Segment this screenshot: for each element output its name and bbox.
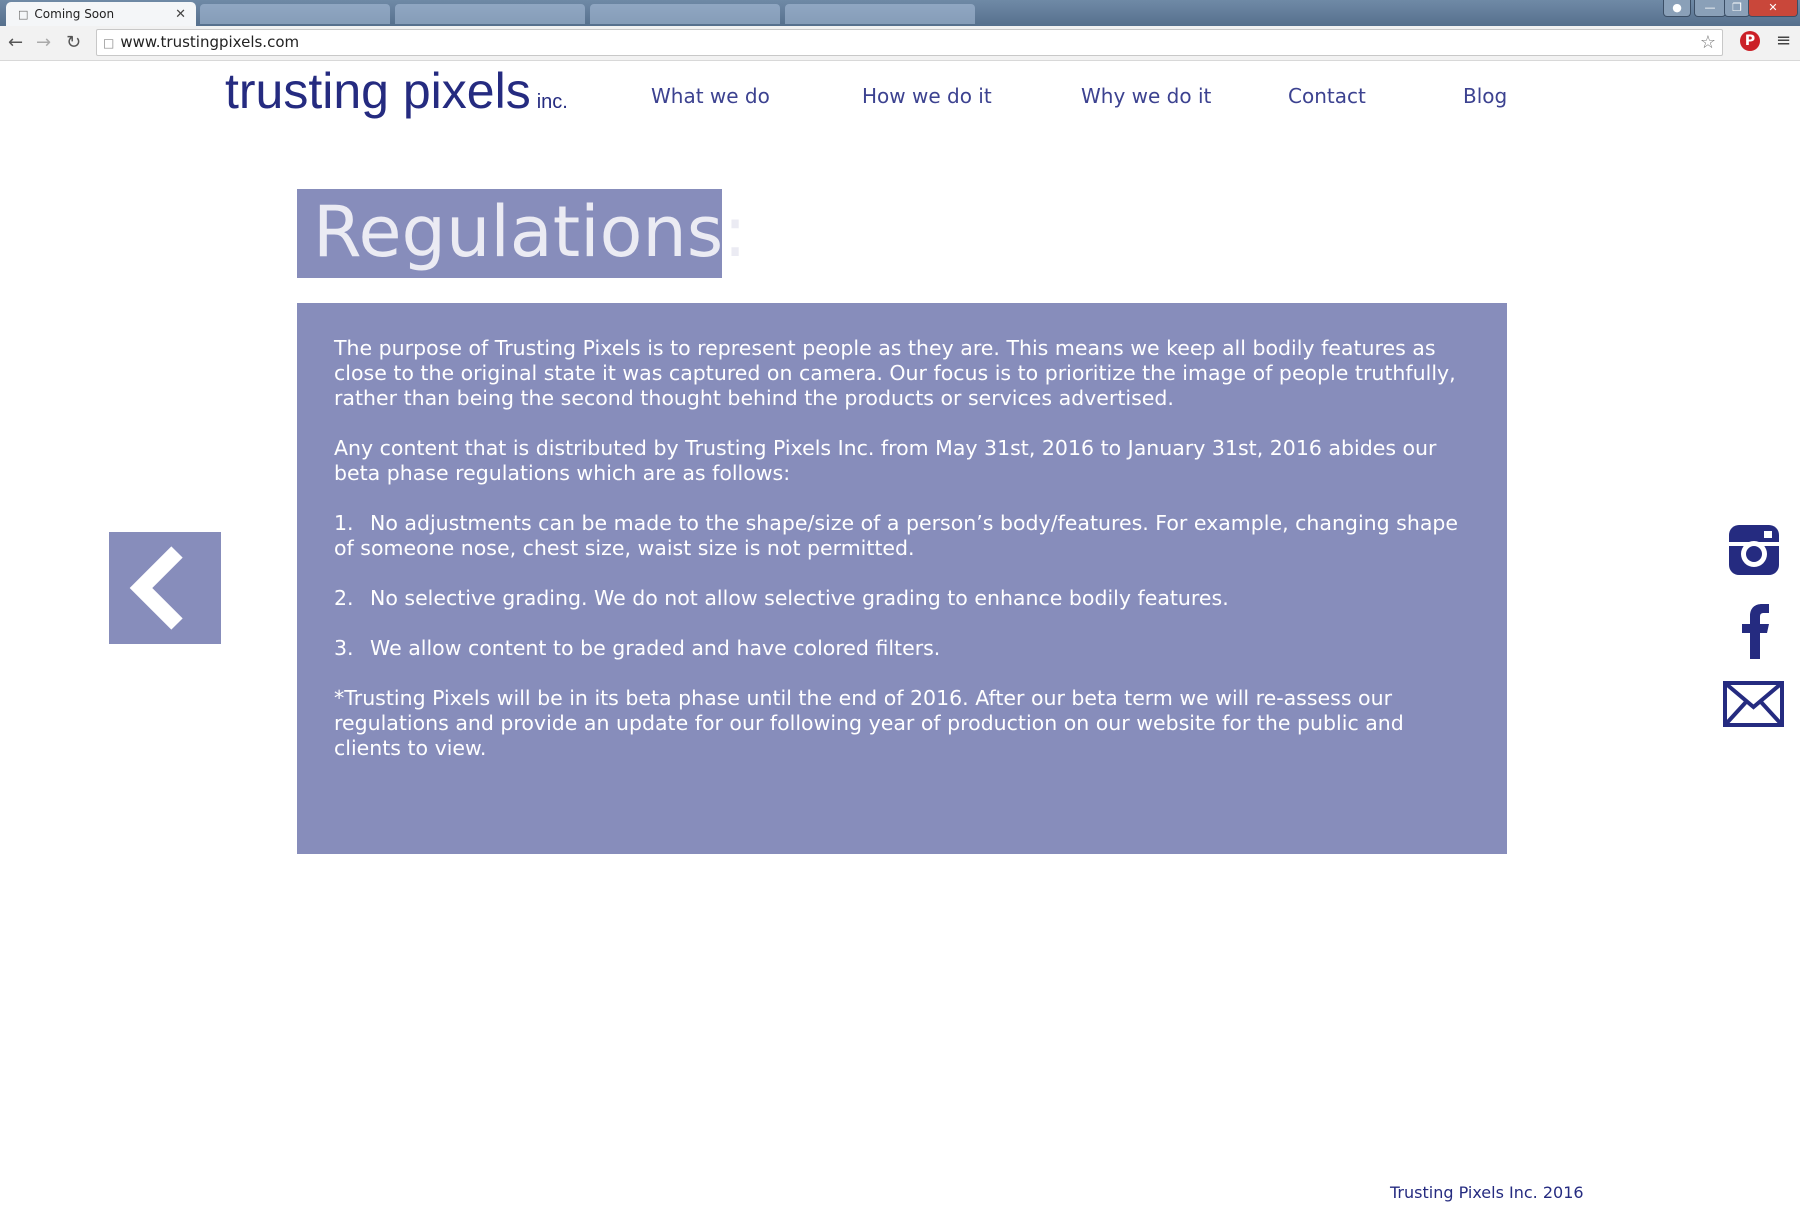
browser-tab-active[interactable]: □ Coming Soon ✕ — [6, 2, 196, 26]
page-icon: □ — [103, 36, 115, 50]
logo[interactable]: trusting pixels inc. — [225, 62, 568, 120]
rule-item: 1. No adjustments can be made to the shap… — [334, 511, 1474, 561]
browser-tab[interactable] — [785, 4, 975, 24]
url-text: www.trustingpixels.com — [120, 33, 300, 51]
footer-copyright: Trusting Pixels Inc. 2016 — [1390, 1183, 1584, 1202]
rule-number: 1. — [334, 511, 354, 535]
page-icon: □ — [18, 7, 29, 21]
logo-text: trusting pixels — [225, 63, 531, 119]
nav-why-we-do-it[interactable]: Why we do it — [1081, 84, 1211, 108]
close-tab-icon[interactable]: ✕ — [175, 7, 186, 22]
reload-icon[interactable]: ↻ — [66, 32, 81, 53]
browser-tab[interactable] — [590, 4, 780, 24]
restore-button[interactable]: ❐ — [1724, 0, 1750, 17]
regulations-panel: The purpose of Trusting Pixels is to rep… — [297, 303, 1507, 854]
forward-icon[interactable]: → — [36, 32, 51, 53]
menu-icon[interactable]: ≡ — [1776, 30, 1791, 51]
rule-item: 3. We allow content to be graded and have… — [334, 636, 1474, 661]
pinterest-icon[interactable]: P — [1740, 31, 1760, 51]
facebook-icon[interactable] — [1736, 603, 1776, 659]
browser-tab[interactable] — [395, 4, 585, 24]
rule-text: We allow content to be graded and have c… — [370, 636, 941, 660]
rule-text: No adjustments can be made to the shape/… — [334, 511, 1459, 560]
page-title-box: Regulations: — [297, 189, 747, 278]
rule-text: No selective grading. We do not allow se… — [370, 586, 1229, 610]
note-paragraph: *Trusting Pixels will be in its beta pha… — [334, 686, 1404, 760]
rule-number: 2. — [334, 586, 354, 610]
browser-tab[interactable] — [200, 4, 390, 24]
logo-suffix: inc. — [536, 91, 568, 113]
back-icon[interactable]: ← — [8, 32, 23, 53]
browser-tab-bar: □ Coming Soon ✕ ● — ❐ ✕ — [0, 0, 1800, 26]
profile-icon[interactable]: ● — [1663, 0, 1691, 17]
close-window-button[interactable]: ✕ — [1748, 0, 1798, 17]
minimize-button[interactable]: — — [1694, 0, 1726, 17]
page-title: Regulations: — [313, 191, 747, 273]
bookmark-star-icon[interactable]: ☆ — [1700, 30, 1716, 55]
nav-contact[interactable]: Contact — [1288, 84, 1366, 108]
back-button[interactable] — [109, 532, 221, 644]
scope-paragraph: Any content that is distributed by Trust… — [334, 436, 1437, 485]
address-bar[interactable]: □ www.trustingpixels.com ☆ — [96, 29, 1723, 56]
mail-icon[interactable] — [1722, 680, 1785, 728]
nav-what-we-do[interactable]: What we do — [651, 84, 770, 108]
browser-toolbar: ← → ↻ □ www.trustingpixels.com ☆ P ≡ — [0, 26, 1800, 61]
nav-blog[interactable]: Blog — [1463, 84, 1507, 108]
chevron-left-icon — [129, 546, 183, 630]
nav-how-we-do-it[interactable]: How we do it — [862, 84, 992, 108]
tab-title: Coming Soon — [34, 7, 115, 21]
rule-number: 3. — [334, 636, 354, 660]
rule-item: 2. No selective grading. We do not allow … — [334, 586, 1474, 611]
intro-paragraph: The purpose of Trusting Pixels is to rep… — [334, 336, 1456, 410]
instagram-icon[interactable] — [1726, 522, 1782, 578]
